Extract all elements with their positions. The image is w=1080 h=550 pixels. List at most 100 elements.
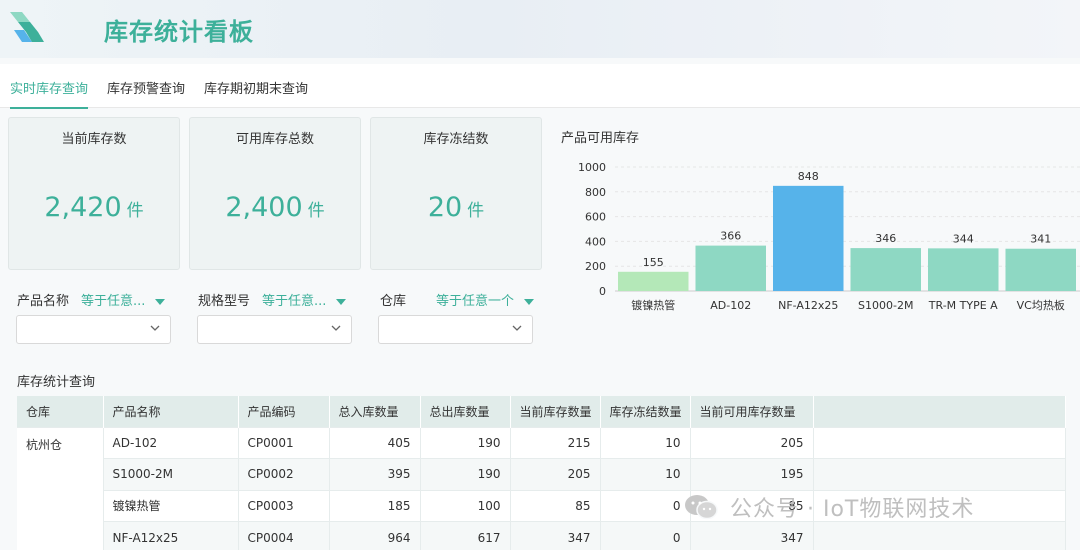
stat-label: 当前库存数 <box>61 132 127 147</box>
tab-bar: 实时库存查询 库存预警查询 库存期初期末查询 <box>0 64 1080 109</box>
filter-operator-warehouse[interactable]: 等于任意一个 <box>436 290 535 309</box>
x-tick-label: S1000-2M <box>858 299 913 312</box>
stat-card-current-stock: 当前库存数 2,420 件 <box>8 117 180 270</box>
bar-value-label: 155 <box>643 256 664 269</box>
available-stock-cell: 195 <box>690 458 814 490</box>
column-header[interactable]: 仓库 <box>17 396 104 427</box>
total-in-cell: 395 <box>329 458 421 490</box>
filter-operator-product-name[interactable]: 等于任意... <box>81 290 166 309</box>
y-tick-label: 1000 <box>578 161 606 174</box>
empty-cell <box>813 458 1066 490</box>
x-tick-label: AD-102 <box>710 299 751 312</box>
product-code-cell: CP0001 <box>238 426 330 459</box>
bar[interactable] <box>695 245 767 291</box>
bar[interactable] <box>928 248 999 291</box>
column-header[interactable]: 当前库存数量 <box>510 396 601 427</box>
frozen-stock-cell: 10 <box>600 458 691 490</box>
bar-chart: 0 200 400 600 800 1000 155 镀镍热管 366 AD-102 848 NF-A… <box>578 161 1080 312</box>
product-name-select[interactable] <box>16 315 171 344</box>
available-stock-chart: 产品可用库存 0 200 400 600 800 1000 155 镀镍热管 366 AD-102… <box>548 117 1080 327</box>
caret-down-icon <box>336 298 347 305</box>
product-code-cell: CP0002 <box>238 458 330 490</box>
empty-cell <box>813 426 1066 459</box>
y-tick-label: 800 <box>585 186 606 199</box>
product-name-cell: 镀镍热管 <box>103 489 239 522</box>
product-code-cell: CP0004 <box>238 521 330 550</box>
x-tick-label: VC均热板 <box>1017 298 1065 312</box>
product-name-cell: NF-A12x25 <box>103 521 239 550</box>
tab-inventory-alert[interactable]: 库存预警查询 <box>107 78 185 97</box>
y-tick-label: 400 <box>585 235 606 248</box>
column-header[interactable]: 产品编码 <box>238 396 330 427</box>
column-header[interactable]: 总出库数量 <box>420 396 511 427</box>
tab-period-inventory[interactable]: 库存期初期末查询 <box>204 78 308 97</box>
x-tick-label: NF-A12x25 <box>778 299 838 312</box>
y-tick-label: 0 <box>599 285 606 298</box>
tab-realtime-inventory[interactable]: 实时库存查询 <box>10 78 89 109</box>
watermark: 公众号 · IoT物联网技术 <box>684 492 974 522</box>
table-row[interactable]: NF-A12x25 CP0004 964 617 347 0 347 <box>17 521 1066 550</box>
stat-card-frozen-stock: 库存冻结数 20 件 <box>370 117 542 270</box>
frozen-stock-cell: 0 <box>600 521 691 550</box>
stat-label: 可用库存总数 <box>235 132 314 147</box>
bar-value-label: 848 <box>798 170 819 183</box>
bar-value-label: 344 <box>953 232 974 245</box>
table-header-row: 仓库 产品名称 产品编码 总入库数量 总出库数量 当前库存数量 库存冻结数量 当… <box>17 396 1066 427</box>
frozen-stock-cell: 0 <box>600 489 691 522</box>
total-out-cell: 190 <box>420 426 511 459</box>
warehouse-cell: 杭州仓 <box>17 426 104 550</box>
stat-value: 20 件 <box>427 192 485 223</box>
warehouse-select[interactable] <box>378 315 533 344</box>
total-out-cell: 617 <box>420 521 511 550</box>
available-stock-cell: 205 <box>690 426 814 459</box>
inventory-table: 仓库 产品名称 产品编码 总入库数量 总出库数量 当前库存数量 库存冻结数量 当… <box>17 396 1066 550</box>
empty-cell <box>813 521 1066 550</box>
watermark-text: 公众号 · IoT物联网技术 <box>730 497 975 522</box>
column-header-empty <box>813 396 1066 427</box>
total-in-cell: 185 <box>329 489 421 522</box>
current-stock-cell: 215 <box>510 426 601 459</box>
total-in-cell: 964 <box>329 521 421 550</box>
bar[interactable] <box>850 248 922 291</box>
spec-model-select[interactable] <box>197 315 352 344</box>
filter-label-warehouse: 仓库 <box>380 294 407 309</box>
frozen-stock-cell: 10 <box>600 426 691 459</box>
chevron-down-icon <box>150 325 160 331</box>
column-header[interactable]: 库存冻结数量 <box>600 396 691 427</box>
bar-value-label: 346 <box>875 232 896 245</box>
table-row[interactable]: S1000-2M CP0002 395 190 205 10 195 <box>17 458 1066 490</box>
y-tick-label: 200 <box>585 260 606 273</box>
total-out-cell: 190 <box>420 458 511 490</box>
bar-value-label: 341 <box>1030 233 1051 246</box>
table-section-title: 库存统计查询 <box>17 375 96 390</box>
stat-value: 2,400 件 <box>225 192 325 223</box>
current-stock-cell: 205 <box>510 458 601 490</box>
caret-down-icon <box>524 298 535 305</box>
current-stock-cell: 347 <box>510 521 601 550</box>
filter-operator-spec-model[interactable]: 等于任意... <box>262 290 347 309</box>
chevron-down-icon <box>331 325 341 331</box>
column-header[interactable]: 总入库数量 <box>329 396 421 427</box>
app-header: 库存统计看板 <box>0 0 1080 58</box>
current-stock-cell: 85 <box>510 489 601 522</box>
column-header[interactable]: 产品名称 <box>103 396 239 427</box>
x-tick-label: TR-M TYPE A <box>928 299 998 312</box>
wechat-icon <box>685 495 718 520</box>
column-header[interactable]: 当前可用库存数量 <box>690 396 814 427</box>
filter-label-product-name: 产品名称 <box>17 294 70 309</box>
x-tick-label: 镀镍热管 <box>631 298 675 312</box>
total-out-cell: 100 <box>420 489 511 522</box>
stat-value: 2,420 件 <box>44 192 144 223</box>
total-in-cell: 405 <box>329 426 421 459</box>
table-row[interactable]: 杭州仓 AD-102 CP0001 405 190 215 10 205 <box>17 426 1066 550</box>
bar[interactable] <box>1005 248 1077 291</box>
bar[interactable] <box>618 271 689 291</box>
y-tick-label: 600 <box>585 211 606 224</box>
logo-icon <box>10 12 44 42</box>
caret-down-icon <box>155 298 166 305</box>
filter-label-spec-model: 规格型号 <box>198 294 251 309</box>
chevron-down-icon <box>512 325 522 331</box>
bar[interactable] <box>773 185 844 291</box>
stat-card-available-stock: 可用库存总数 2,400 件 <box>189 117 361 270</box>
product-name-cell: S1000-2M <box>103 458 239 490</box>
